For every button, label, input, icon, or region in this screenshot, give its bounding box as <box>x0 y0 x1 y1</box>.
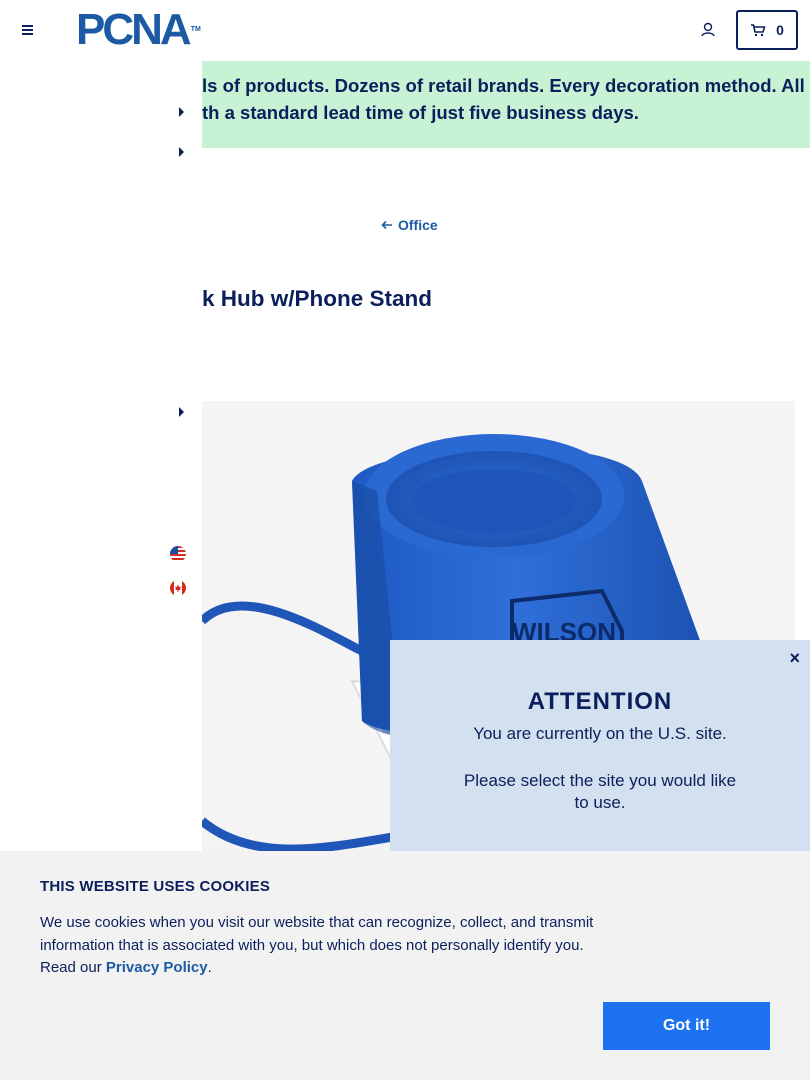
cart-icon <box>751 24 766 37</box>
caret-right-icon[interactable] <box>179 407 184 417</box>
arrow-left-icon <box>381 220 392 230</box>
us-flag-icon[interactable] <box>170 546 186 562</box>
current-site-text: You are currently on the U.S. site. <box>473 724 727 743</box>
accept-cookies-button[interactable]: Got it! <box>603 1002 770 1050</box>
promo-banner: ls of products. Dozens of retail brands.… <box>202 61 810 148</box>
back-link-label: Office <box>398 217 438 233</box>
cookie-text-after-link: . <box>207 959 212 976</box>
logo-tm: TM <box>190 26 201 33</box>
product-title: k Hub w/Phone Stand <box>202 286 433 311</box>
canada-flag-icon[interactable] <box>170 580 186 596</box>
account-icon[interactable] <box>697 19 719 41</box>
site-selector-modal: × ATTENTION You are currently on the U.S… <box>390 640 810 851</box>
cookie-banner-title: THIS WEBSITE USES COOKIES <box>40 878 271 895</box>
logo-text: PCNA <box>76 5 192 54</box>
cookie-banner-text: We use cookies when you visit our websit… <box>40 912 605 980</box>
back-to-category-link[interactable]: Office <box>381 217 438 233</box>
side-menu-panel <box>0 61 202 851</box>
caret-right-icon[interactable] <box>179 107 184 117</box>
pcna-logo[interactable]: PCNA TM <box>76 8 201 52</box>
select-site-text: Please select the site you would like to… <box>463 771 737 812</box>
caret-right-icon[interactable] <box>179 147 184 157</box>
cookie-banner: THIS WEBSITE USES COOKIES We use cookies… <box>0 851 810 1080</box>
site-header: PCNA TM 0 <box>0 0 810 61</box>
cart-count: 0 <box>776 22 784 38</box>
close-icon[interactable]: × <box>789 648 800 669</box>
cart-button[interactable]: 0 <box>736 10 798 50</box>
promo-banner-line-2: th a standard lead time of just five bus… <box>202 102 639 123</box>
promo-banner-line-1: ls of products. Dozens of retail brands.… <box>202 75 805 96</box>
privacy-policy-link[interactable]: Privacy Policy <box>106 959 208 976</box>
modal-title: ATTENTION <box>527 688 673 715</box>
hamburger-menu-icon[interactable] <box>18 20 40 40</box>
